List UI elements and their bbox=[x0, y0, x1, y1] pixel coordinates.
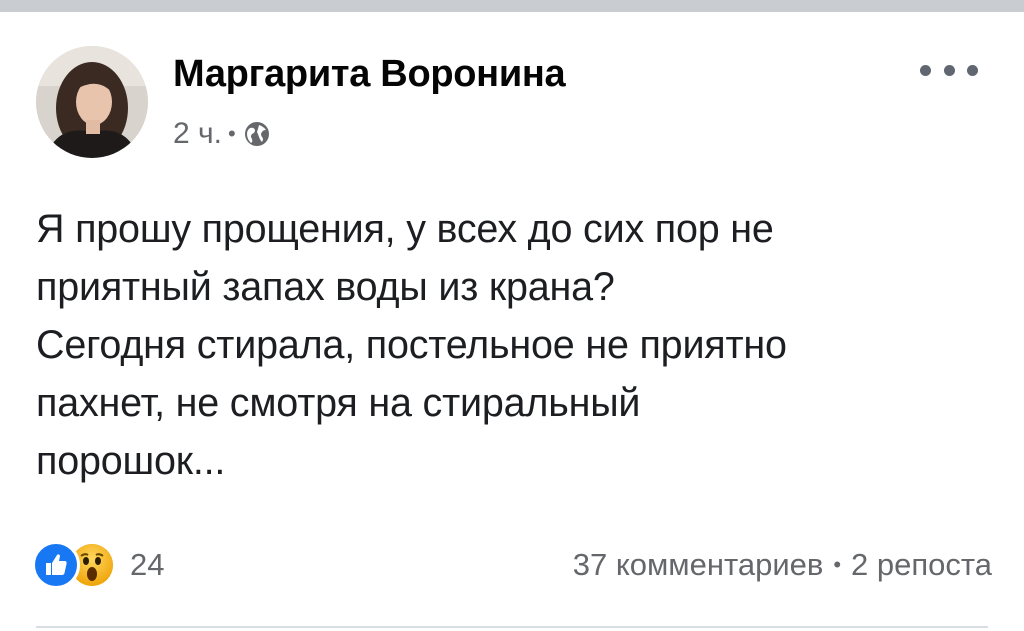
reaction-count: 24 bbox=[130, 547, 165, 582]
post-text: Я прошу прощения, у всех до сих пор не п… bbox=[36, 207, 787, 483]
globe-icon bbox=[243, 120, 271, 148]
more-horizontal-icon bbox=[920, 64, 931, 76]
post-time[interactable]: 2 ч. bbox=[173, 117, 222, 151]
like-reaction-icon bbox=[32, 541, 80, 589]
more-dot bbox=[967, 64, 978, 76]
meta-separator: • bbox=[227, 121, 236, 146]
post-stats: 37 комментариев • 2 репоста bbox=[573, 540, 992, 590]
author-name[interactable]: Маргарита Воронина bbox=[173, 50, 566, 98]
shares-count-link[interactable]: 2 репоста bbox=[851, 547, 992, 583]
comments-count-link[interactable]: 37 комментариев bbox=[573, 547, 824, 583]
avatar-photo bbox=[36, 46, 148, 158]
divider bbox=[36, 626, 988, 628]
top-strip bbox=[0, 0, 1024, 12]
reactions-summary[interactable]: 24 bbox=[32, 540, 164, 590]
stats-separator: • bbox=[833, 552, 842, 577]
more-options-button[interactable] bbox=[920, 56, 978, 84]
more-dot bbox=[943, 64, 955, 76]
author-avatar[interactable] bbox=[36, 46, 148, 158]
post-meta: 2 ч. • bbox=[173, 114, 271, 154]
